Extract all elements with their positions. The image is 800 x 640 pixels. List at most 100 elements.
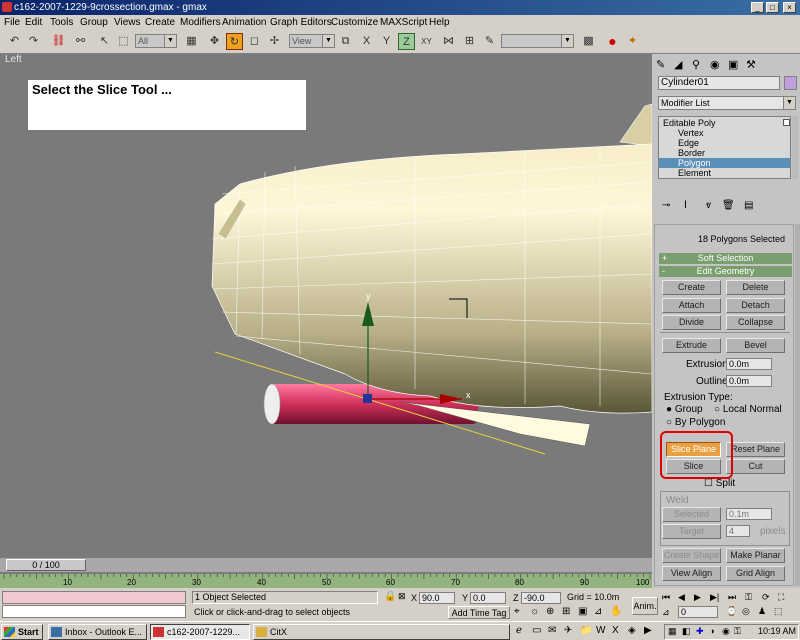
cut-button[interactable]: Cut (726, 459, 785, 474)
make-planar-button[interactable]: Make Planar (726, 548, 785, 563)
zoom-extents-icon[interactable]: ▣ (578, 606, 587, 617)
tray-volume-icon[interactable]: ◗ (710, 626, 715, 636)
quicklaunch-folder-icon[interactable]: 📁 (580, 625, 592, 636)
quicklaunch-explorer-icon[interactable]: ◈ (628, 625, 636, 636)
pan-icon[interactable]: ✋ (610, 606, 622, 617)
start-button[interactable]: Start (1, 624, 43, 640)
panel-scrollbar[interactable] (795, 224, 800, 586)
make-unique-icon[interactable]: ⱴ (706, 200, 711, 211)
weld-pixels-spinner[interactable]: 4 (726, 525, 750, 537)
weld-threshold-spinner[interactable]: 0.1m (726, 508, 772, 520)
region-zoom-icon[interactable]: ⬚ (774, 606, 783, 617)
show-end-result-icon[interactable]: Ⅰ (684, 200, 687, 211)
field-of-view-icon[interactable]: ⊿ (594, 606, 602, 617)
current-frame-field[interactable]: 0 (678, 606, 718, 618)
align-icon[interactable]: ⊞ (461, 33, 478, 50)
goto-end-icon[interactable]: ⏭ (728, 592, 736, 603)
delete-button[interactable]: Delete (726, 280, 785, 295)
y-coord-field[interactable]: 0.0 (470, 592, 506, 604)
rollout-soft-selection[interactable]: + Soft Selection (659, 253, 792, 264)
detach-button[interactable]: Detach (726, 298, 785, 313)
add-time-tag-button[interactable]: Add Time Tag (448, 606, 510, 619)
remove-modifier-icon[interactable]: 🗑 (722, 200, 735, 211)
radio-by-polygon[interactable]: ○ By Polygon (666, 417, 725, 428)
select-by-name-icon[interactable]: ▦ (183, 33, 200, 50)
named-selection-combo[interactable] (501, 34, 574, 48)
menu-edit[interactable]: Edit (25, 15, 42, 30)
quicklaunch-outlook-icon[interactable]: ✉ (548, 625, 556, 636)
quicklaunch-media-icon[interactable]: ▶ (644, 625, 652, 636)
menu-help[interactable]: Help (429, 15, 450, 30)
reset-plane-button[interactable]: Reset Plane (726, 442, 785, 457)
attach-button[interactable]: Attach (662, 298, 721, 313)
time-slider-thumb[interactable]: 0 / 100 (6, 559, 86, 571)
tray-lang-icon[interactable]: ✚ (696, 626, 704, 637)
radio-local-normal[interactable]: ○ Local Normal (714, 404, 782, 415)
redo-icon[interactable]: ↷ (25, 33, 42, 50)
quicklaunch-word-icon[interactable]: W (596, 625, 605, 636)
create-shape-button[interactable]: Create Shape (662, 548, 721, 563)
modify-tab-icon[interactable]: ◢ (674, 58, 682, 71)
bevel-button[interactable]: Bevel (726, 338, 785, 353)
tray-antivirus-icon[interactable]: ◉ (722, 626, 730, 637)
menu-maxscript[interactable]: MAXScript (380, 15, 427, 30)
stack-polygon[interactable]: Polygon (659, 158, 790, 168)
task-citx[interactable]: CitX (253, 624, 510, 640)
restrict-x-icon[interactable]: X (358, 33, 375, 50)
absolute-mode-icon[interactable]: ⊠ (398, 591, 406, 602)
select-region-icon[interactable]: ⬚ (115, 33, 132, 50)
z-coord-field[interactable]: -90.0 (521, 592, 561, 604)
stack-border[interactable]: Border (678, 148, 705, 158)
restrict-y-icon[interactable]: Y (378, 33, 395, 50)
collapse-button[interactable]: Collapse (726, 315, 785, 330)
time-config-icon[interactable]: ⌚ (726, 606, 737, 617)
menu-modifiers[interactable]: Modifiers (180, 15, 221, 30)
maximize-button[interactable]: □ (766, 2, 779, 13)
undo-icon[interactable]: ↶ (6, 33, 23, 50)
motion-tab-icon[interactable]: ◉ (710, 58, 720, 71)
task-gmax[interactable]: c162-2007-1229... (150, 624, 250, 640)
key-mode-icon[interactable]: ⚿ (745, 592, 752, 603)
selection-filter-combo[interactable]: All (135, 34, 177, 48)
menu-graph-editors[interactable]: Graph Editors (270, 15, 332, 30)
time-slider-track[interactable]: 0 / 100 (0, 558, 652, 572)
menu-file[interactable]: File (4, 15, 20, 30)
create-tab-icon[interactable]: ✎ (656, 58, 665, 71)
zoom-icon[interactable]: ⊕ (546, 606, 554, 617)
play-icon[interactable]: ▶ (694, 592, 701, 603)
menu-animation[interactable]: Animation (222, 15, 266, 30)
key-filter-icon[interactable]: ☼ (530, 606, 539, 617)
quick-render-icon[interactable]: ✦ (624, 33, 641, 50)
menu-views[interactable]: Views (114, 15, 141, 30)
stack-editable-poly[interactable]: Editable Poly (663, 118, 716, 128)
zoom-all-icon[interactable]: ⊞ (562, 606, 570, 617)
object-name-field[interactable]: Cylinder01 (658, 76, 780, 90)
timeline-ruler[interactable]: 10 20 30 40 50 60 70 80 90 100 (0, 574, 652, 588)
close-button[interactable]: × (783, 2, 796, 13)
prev-frame-icon[interactable]: ◀ (678, 592, 685, 603)
minimize-button[interactable]: _ (751, 2, 764, 13)
unlink-icon[interactable]: ⚯ (72, 33, 89, 50)
outline-spinner[interactable]: 0.0m (726, 375, 772, 387)
scale-icon[interactable]: ◻ (246, 33, 263, 50)
task-outlook[interactable]: Inbox - Outlook E... (48, 624, 147, 640)
lock-selection-icon[interactable]: 🔒 (384, 591, 396, 602)
select-manipulate-icon[interactable]: ✢ (266, 33, 283, 50)
maximize-viewport-icon[interactable]: ⛶ (778, 592, 784, 603)
create-button[interactable]: Create (662, 280, 721, 295)
next-frame-icon[interactable]: ▶| (710, 592, 719, 603)
goto-start-icon[interactable]: ⏮ (662, 592, 670, 603)
viewport-label[interactable]: Left (5, 54, 22, 65)
x-coord-field[interactable]: 90.0 (419, 592, 455, 604)
weld-selected-button[interactable]: Selected (662, 507, 721, 522)
animate-button[interactable]: Anim. (632, 597, 658, 615)
stack-edge[interactable]: Edge (678, 138, 699, 148)
orbit-icon[interactable]: ⟳ (762, 592, 770, 603)
display-tab-icon[interactable]: ▣ (728, 58, 738, 71)
tray-security-icon[interactable]: ⚿ (734, 626, 741, 637)
pin-stack-icon[interactable]: ⊸ (662, 200, 670, 211)
maxscript-listener-white[interactable] (2, 605, 186, 618)
hierarchy-tab-icon[interactable]: ⚲ (692, 58, 700, 71)
stack-toggle-icon[interactable] (783, 119, 790, 126)
quicklaunch-app-icon[interactable]: ✈ (564, 625, 572, 636)
